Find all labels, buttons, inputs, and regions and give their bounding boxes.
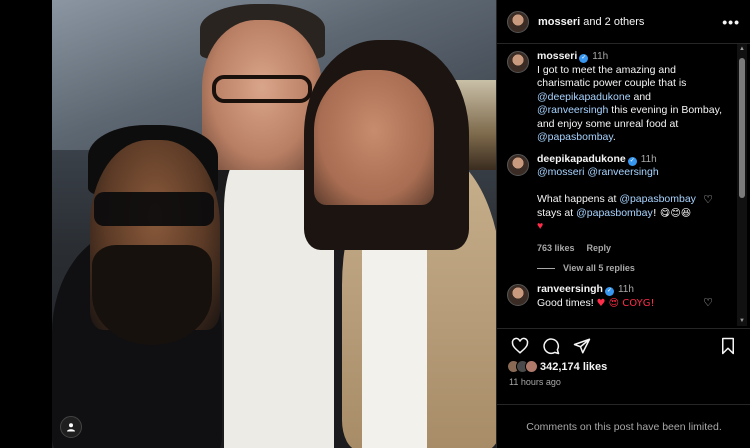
- verified-badge-icon: ✓: [579, 54, 589, 63]
- comment-likes[interactable]: 763 likes: [537, 242, 575, 256]
- mention-link[interactable]: @ranveersingh: [587, 166, 658, 178]
- likes-count[interactable]: 342,174 likes: [507, 360, 607, 373]
- avatar[interactable]: [507, 10, 529, 33]
- mention-link[interactable]: @papasbombay: [537, 131, 613, 143]
- bookmark-icon[interactable]: [717, 335, 739, 357]
- mention-link[interactable]: @papasbombay: [576, 207, 653, 219]
- comment-like-heart-icon[interactable]: ♡: [703, 193, 713, 206]
- comment-item: ranveersingh ✓ 11h Good times! ♥ 😍 COYG! ♡: [507, 283, 727, 310]
- comment-item: mosseri ✓ 11h I got to meet the amazing an…: [507, 50, 727, 145]
- reply-button[interactable]: Reply: [587, 242, 612, 256]
- post-time-ago[interactable]: 11 hours ago: [509, 377, 561, 387]
- heart-icon[interactable]: [509, 335, 531, 357]
- scroll-up-arrow-icon[interactable]: ▲: [737, 44, 747, 54]
- comments-scrollbar[interactable]: ▲ ▼: [737, 44, 747, 326]
- comment-username[interactable]: mosseri: [537, 50, 577, 62]
- mention-link[interactable]: @papasbombay: [619, 193, 696, 205]
- post-header: mosseri and 2 others •••: [497, 0, 750, 44]
- mention-link[interactable]: @deepikapadukone: [537, 91, 631, 103]
- instagram-post-modal: mosseri and 2 others ••• mosseri ✓ 11h I g…: [0, 0, 750, 448]
- comment-username[interactable]: ranveersingh: [537, 283, 603, 295]
- view-replies-button[interactable]: View all 5 replies: [537, 263, 727, 273]
- avatar[interactable]: [507, 51, 529, 73]
- comment-time[interactable]: 11h: [592, 51, 608, 62]
- comments-list: mosseri ✓ 11h I got to meet the amazing an…: [497, 44, 737, 326]
- verified-badge-icon: ✓: [627, 156, 637, 166]
- scroll-down-arrow-icon[interactable]: ▼: [737, 316, 747, 326]
- verified-badge-icon: ✓: [604, 287, 614, 296]
- heart-emoji: ♥: [537, 220, 544, 232]
- post-actions: [497, 328, 750, 362]
- comment-like-heart-icon[interactable]: ♡: [703, 296, 713, 309]
- mention-link[interactable]: @ranveersingh: [537, 104, 608, 116]
- post-photo[interactable]: [52, 0, 496, 448]
- comment-time[interactable]: 11h: [618, 284, 634, 295]
- avatar[interactable]: [507, 284, 529, 306]
- emoji-text: ! 😋😊😆: [652, 207, 692, 219]
- more-dots-icon[interactable]: •••: [722, 14, 740, 30]
- emoji-text: ♥ 😍 COYG!: [596, 297, 655, 309]
- user-tag-icon[interactable]: [60, 416, 82, 438]
- comment-item: deepikapadukone ✓ 11h @mosseri @ranveersin…: [507, 153, 727, 256]
- scrollbar-thumb[interactable]: [739, 58, 745, 198]
- share-icon[interactable]: [571, 335, 593, 357]
- comment-time[interactable]: 11h: [641, 154, 657, 165]
- liker-avatars: [507, 360, 538, 373]
- header-username[interactable]: mosseri: [538, 16, 580, 28]
- post-side-panel: mosseri and 2 others ••• mosseri ✓ 11h I g…: [496, 0, 750, 448]
- comment-icon[interactable]: [540, 335, 562, 357]
- header-others[interactable]: and 2 others: [583, 16, 644, 28]
- mention-link[interactable]: @mosseri: [537, 166, 584, 178]
- comment-username[interactable]: deepikapadukone: [537, 153, 626, 165]
- comments-limited-notice: Comments on this post have been limited.: [497, 404, 750, 448]
- avatar[interactable]: [507, 153, 529, 176]
